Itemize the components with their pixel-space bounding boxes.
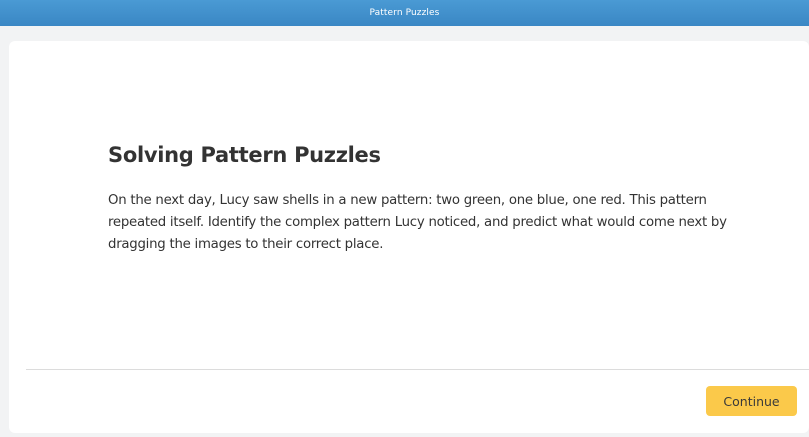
- top-bar: Pattern Puzzles: [0, 0, 809, 26]
- app-title: Pattern Puzzles: [369, 8, 440, 18]
- footer-divider: [26, 369, 809, 370]
- continue-button[interactable]: Continue: [706, 386, 797, 416]
- instructions-text: On the next day, Lucy saw shells in a ne…: [108, 193, 727, 252]
- page-title: Solving Pattern Puzzles: [108, 143, 381, 167]
- content-card: Solving Pattern Puzzles On the next day,…: [9, 41, 809, 433]
